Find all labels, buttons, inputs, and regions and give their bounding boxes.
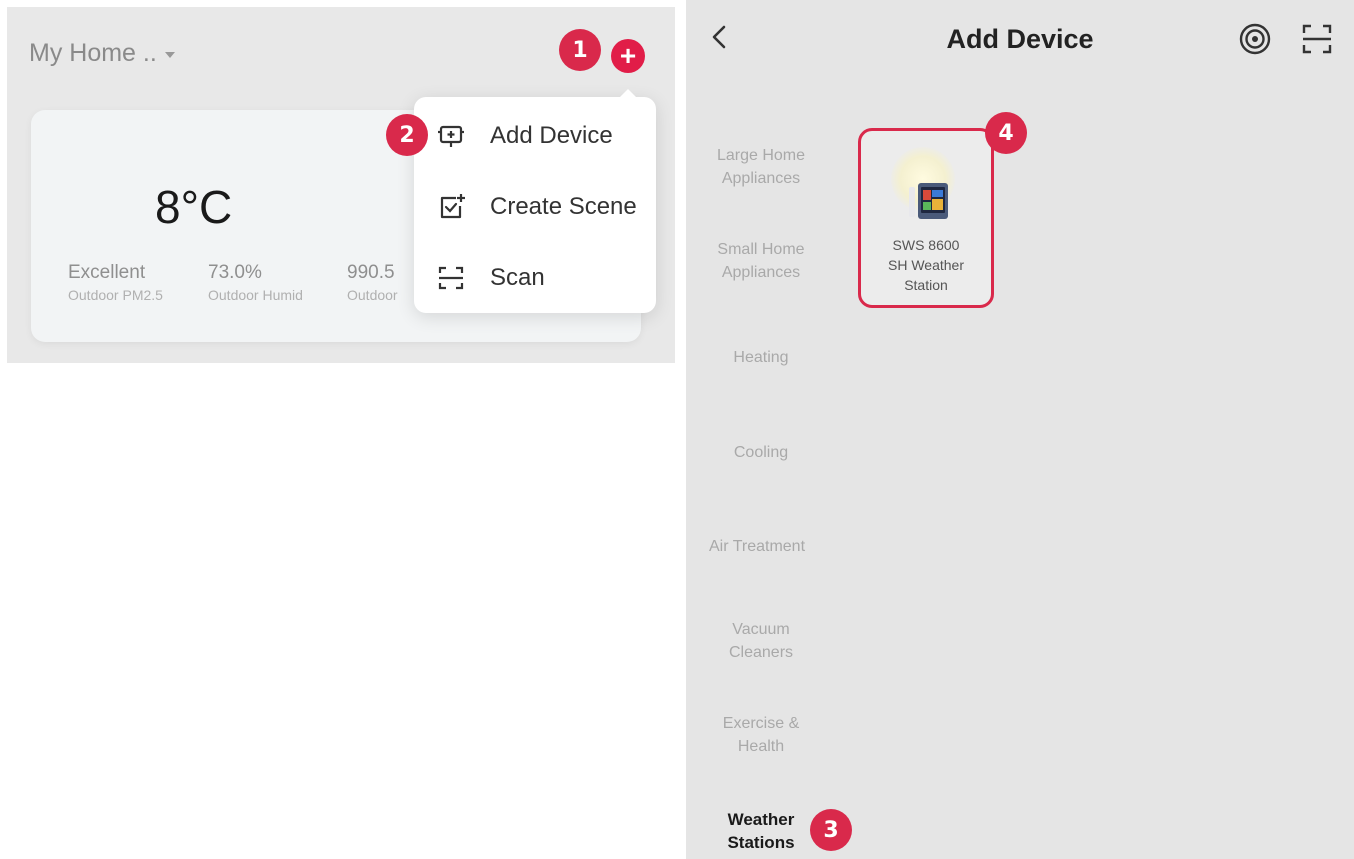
add-device-panel: Add Device Large Home Appliances Small H… bbox=[686, 0, 1354, 859]
menu-item-label: Create Scene bbox=[490, 193, 637, 220]
device-name: SWS 8600 SH Weather Station bbox=[861, 235, 991, 295]
device-card[interactable]: SWS 8600 SH Weather Station bbox=[858, 128, 994, 308]
temperature-value: 8°C bbox=[155, 181, 233, 233]
device-name-line: SWS 8600 bbox=[892, 237, 960, 253]
menu-item-label: Add Device bbox=[490, 122, 613, 149]
category-large-home-appliances[interactable]: Large Home Appliances bbox=[686, 144, 836, 190]
category-small-home-appliances[interactable]: Small Home Appliances bbox=[686, 238, 836, 284]
home-selector-label: My Home .. bbox=[29, 39, 157, 67]
weather-station-device-icon bbox=[909, 183, 948, 219]
menu-item-create-scene[interactable]: Create Scene bbox=[436, 192, 637, 222]
stat-label: Outdoor Humid bbox=[208, 287, 303, 303]
scan-icon bbox=[436, 263, 466, 293]
device-name-line: SH Weather bbox=[888, 257, 964, 273]
category-air-treatment[interactable]: Air Treatment bbox=[682, 535, 832, 558]
category-exercise-health[interactable]: Exercise & Health bbox=[686, 712, 836, 758]
step-badge-2: 2 bbox=[386, 114, 428, 156]
stat-humidity: 73.0% Outdoor Humid bbox=[208, 262, 303, 303]
step-badge-1: 1 bbox=[559, 29, 601, 71]
home-screen-panel: My Home .. + 8°C Excellent Outdoor PM2.5… bbox=[7, 7, 675, 363]
stat-value: Excellent bbox=[68, 262, 146, 283]
create-scene-icon bbox=[436, 192, 466, 222]
menu-item-add-device[interactable]: Add Device bbox=[436, 121, 613, 151]
device-name-line: Station bbox=[904, 277, 948, 293]
plus-icon: + bbox=[619, 40, 637, 71]
add-device-icon bbox=[436, 121, 466, 151]
stat-value: 73.0% bbox=[208, 262, 262, 283]
stat-label: Outdoor PM2.5 bbox=[68, 287, 163, 303]
home-selector[interactable]: My Home .. bbox=[29, 39, 175, 68]
category-vacuum-cleaners[interactable]: Vacuum Cleaners bbox=[686, 618, 836, 664]
step-badge-3: 3 bbox=[810, 809, 852, 851]
menu-item-label: Scan bbox=[490, 264, 545, 291]
stat-label: Outdoor bbox=[347, 287, 398, 303]
stat-pressure: 990.5 Outdoor bbox=[347, 262, 398, 303]
stat-value: 990.5 bbox=[347, 262, 395, 283]
category-heating[interactable]: Heating bbox=[686, 346, 836, 369]
caret-down-icon bbox=[164, 51, 175, 58]
stat-pm25: Excellent Outdoor PM2.5 bbox=[68, 262, 163, 303]
menu-item-scan[interactable]: Scan bbox=[436, 263, 545, 293]
category-cooling[interactable]: Cooling bbox=[686, 441, 836, 464]
step-badge-4: 4 bbox=[985, 112, 1027, 154]
add-menu: Add Device Create Scene Scan bbox=[414, 89, 656, 313]
add-button[interactable]: + bbox=[611, 39, 645, 73]
auto-scan-icon[interactable] bbox=[1238, 22, 1272, 56]
qr-scan-icon[interactable] bbox=[1300, 22, 1334, 56]
